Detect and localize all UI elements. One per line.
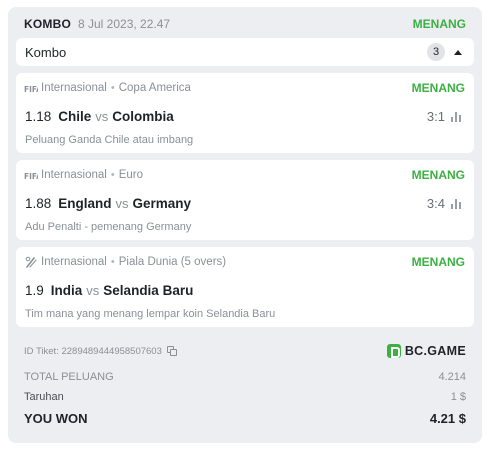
total-odds-row: TOTAL PELUANG 4.214 bbox=[24, 369, 466, 385]
total-odds-label: TOTAL PELUANG bbox=[24, 371, 114, 383]
combo-toggle[interactable]: Kombo 3 bbox=[16, 38, 474, 66]
bet-odds: 1.88 bbox=[25, 195, 52, 211]
team-away: Colombia bbox=[112, 108, 174, 124]
separator-dot: • bbox=[110, 256, 115, 268]
team-away: Germany bbox=[132, 195, 192, 211]
team-away: Selandia Baru bbox=[103, 282, 194, 298]
match-score: 3:1 bbox=[426, 108, 445, 124]
bet-selection: Adu Penalti - pemenang Germany bbox=[25, 221, 192, 233]
bet-tournament: Piala Dunia (5 overs) bbox=[118, 256, 227, 268]
bet-selection: Peluang Ganda Chile atau imbang bbox=[25, 134, 194, 146]
separator-dot: • bbox=[110, 82, 115, 94]
svg-text:FIFA: FIFA bbox=[24, 172, 38, 180]
bet-result-badge: MENANG bbox=[411, 168, 465, 182]
bet-tournament: Euro bbox=[118, 169, 144, 181]
won-value: 4.21 $ bbox=[429, 410, 466, 426]
stats-icon[interactable] bbox=[451, 110, 465, 122]
stake-row: Taruhan 1 $ bbox=[24, 389, 466, 405]
svg-text:FIFA: FIFA bbox=[24, 85, 38, 93]
slip-header: KOMBO 8 Jul 2023, 22.47 MENANG bbox=[24, 15, 466, 33]
bet-result-badge: MENANG bbox=[411, 255, 465, 269]
fifa-icon: FIFA bbox=[24, 169, 38, 181]
team-home: India bbox=[50, 282, 83, 298]
versus-label: vs bbox=[86, 282, 100, 298]
combo-title: Kombo bbox=[25, 44, 67, 60]
copy-icon[interactable] bbox=[166, 346, 177, 356]
bet-item[interactable]: FIFA Internasional • Euro MENANG 1.88 En… bbox=[16, 160, 474, 240]
separator-dot: • bbox=[110, 169, 115, 181]
brand-logo: BC.GAME bbox=[386, 344, 466, 358]
versus-label: vs bbox=[95, 108, 109, 124]
bet-slip-card: KOMBO 8 Jul 2023, 22.47 MENANG Kombo 3 F… bbox=[8, 7, 482, 443]
stake-value: 1 $ bbox=[450, 391, 466, 403]
bet-selection: Tim mana yang menang lempar koin Selandi… bbox=[25, 308, 276, 320]
bet-category: Internasional bbox=[41, 82, 107, 94]
match-score: 3:4 bbox=[426, 195, 445, 211]
team-home: England bbox=[58, 195, 112, 211]
selection-count-badge: 3 bbox=[427, 43, 445, 61]
brand-name: BC.GAME bbox=[404, 344, 466, 358]
chevron-up-icon[interactable] bbox=[454, 49, 462, 55]
fifa-icon: FIFA bbox=[24, 82, 38, 94]
slip-status-badge: MENANG bbox=[412, 17, 466, 31]
bet-odds: 1.9 bbox=[25, 282, 44, 298]
bet-category: Internasional bbox=[41, 169, 107, 181]
cricket-icon bbox=[24, 256, 38, 268]
bet-item[interactable]: FIFA Internasional • Copa America MENANG… bbox=[16, 73, 474, 153]
team-home: Chile bbox=[58, 108, 92, 124]
bet-odds: 1.18 bbox=[25, 108, 52, 124]
won-row: YOU WON 4.21 $ bbox=[24, 410, 466, 426]
bet-date: 8 Jul 2023, 22.47 bbox=[78, 17, 171, 31]
versus-label: vs bbox=[115, 195, 129, 211]
bet-category: Internasional bbox=[41, 256, 107, 268]
won-label: YOU WON bbox=[24, 410, 88, 426]
bet-type-label: KOMBO bbox=[24, 17, 71, 31]
bcgame-logo-icon bbox=[386, 344, 401, 358]
stake-label: Taruhan bbox=[24, 391, 64, 403]
bet-result-badge: MENANG bbox=[411, 81, 465, 95]
bet-item[interactable]: Internasional • Piala Dunia (5 overs) ME… bbox=[16, 247, 474, 327]
bet-tournament: Copa America bbox=[118, 82, 191, 94]
stats-icon[interactable] bbox=[451, 197, 465, 209]
ticket-id: ID Tiket: 2289489444958507603 bbox=[24, 345, 162, 357]
total-odds-value: 4.214 bbox=[438, 371, 466, 383]
ticket-row: ID Tiket: 2289489444958507603 BC.GAME bbox=[24, 343, 466, 359]
